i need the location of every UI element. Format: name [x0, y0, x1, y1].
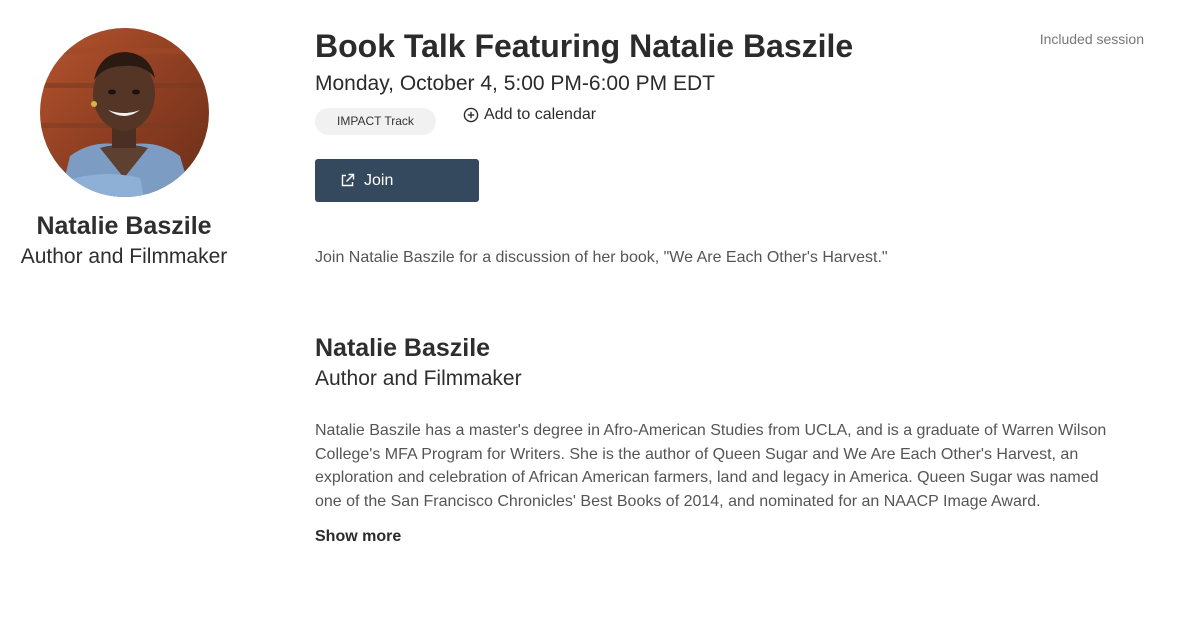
- session-datetime: Monday, October 4, 5:00 PM-6:00 PM EDT: [315, 72, 715, 95]
- session-description: Join Natalie Baszile for a discussion of…: [315, 249, 888, 266]
- bio-speaker-role: Author and Filmmaker: [315, 367, 522, 390]
- add-to-calendar-link[interactable]: Add to calendar: [463, 106, 596, 124]
- show-more-button[interactable]: Show more: [315, 528, 401, 546]
- speaker-name: Natalie Baszile: [36, 212, 212, 240]
- join-button[interactable]: Join: [315, 159, 479, 202]
- session-title: Book Talk Featuring Natalie Baszile: [315, 28, 854, 64]
- included-session-label: Included session: [1039, 31, 1144, 47]
- join-label: Join: [364, 171, 394, 189]
- speaker-avatar[interactable]: [40, 28, 209, 197]
- bio-speaker-name: Natalie Baszile: [315, 334, 491, 362]
- speaker-photo: [40, 28, 209, 197]
- plus-circle-icon: [463, 107, 479, 123]
- bio-text: Natalie Baszile has a master's degree in…: [315, 422, 1107, 511]
- session-page: Natalie Baszile Author and Filmmaker Boo…: [0, 0, 1200, 627]
- add-to-calendar-label: Add to calendar: [484, 106, 597, 123]
- speaker-role: Author and Filmmaker: [20, 245, 228, 268]
- track-badge[interactable]: IMPACT Track: [315, 108, 436, 135]
- external-link-icon: [340, 173, 355, 188]
